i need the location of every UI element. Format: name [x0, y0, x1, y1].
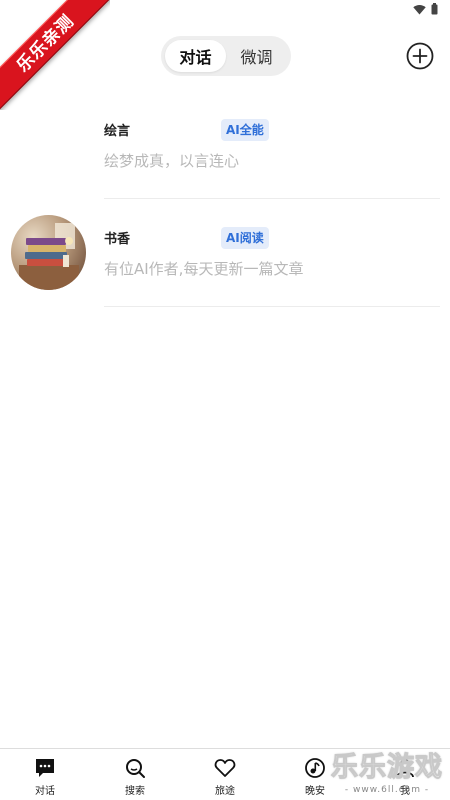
nav-label: 旅途	[215, 786, 235, 797]
search-icon	[126, 759, 145, 778]
wifi-icon	[413, 4, 426, 14]
watermark-brand: 乐乐游戏	[331, 752, 443, 784]
tab-finetune[interactable]: 微调	[226, 40, 287, 72]
ribbon-text: 乐乐亲测	[0, 0, 110, 110]
nav-label: 搜索	[125, 786, 145, 797]
heart-icon	[214, 759, 236, 777]
chat-name: 绘言	[104, 124, 131, 139]
avatar	[11, 215, 86, 290]
chat-description: 绘梦成真，以言连心	[104, 152, 240, 170]
brand-watermark: 乐乐游戏 - www.6ll.com -	[328, 752, 446, 798]
battery-icon	[431, 3, 438, 15]
chat-name: 书香	[104, 232, 131, 247]
ribbon-watermark: 乐乐亲测	[0, 0, 110, 110]
music-note-icon	[305, 758, 325, 778]
book-stack-illustration	[11, 215, 86, 290]
nav-chat[interactable]: 对话	[0, 749, 90, 800]
divider	[104, 306, 440, 307]
nav-label: 晚安	[305, 786, 325, 797]
nav-search[interactable]: 搜索	[90, 749, 180, 800]
chat-description: 有位AI作者,每天更新一篇文章	[104, 260, 304, 278]
nav-label: 对话	[35, 786, 55, 797]
tab-switcher: 对话 微调	[161, 36, 291, 76]
tab-chat[interactable]: 对话	[165, 40, 226, 72]
chat-tag: AI全能	[221, 119, 269, 141]
chat-tag: AI阅读	[221, 227, 269, 249]
chat-bubble-icon	[36, 759, 54, 777]
plus-circle-icon[interactable]	[406, 42, 434, 70]
watermark-url: - www.6ll.com -	[344, 785, 430, 795]
divider	[104, 198, 440, 199]
nav-journey[interactable]: 旅途	[180, 749, 270, 800]
chat-item-shuxiang[interactable]: 书香 AI阅读 有位AI作者,每天更新一篇文章	[0, 200, 450, 308]
